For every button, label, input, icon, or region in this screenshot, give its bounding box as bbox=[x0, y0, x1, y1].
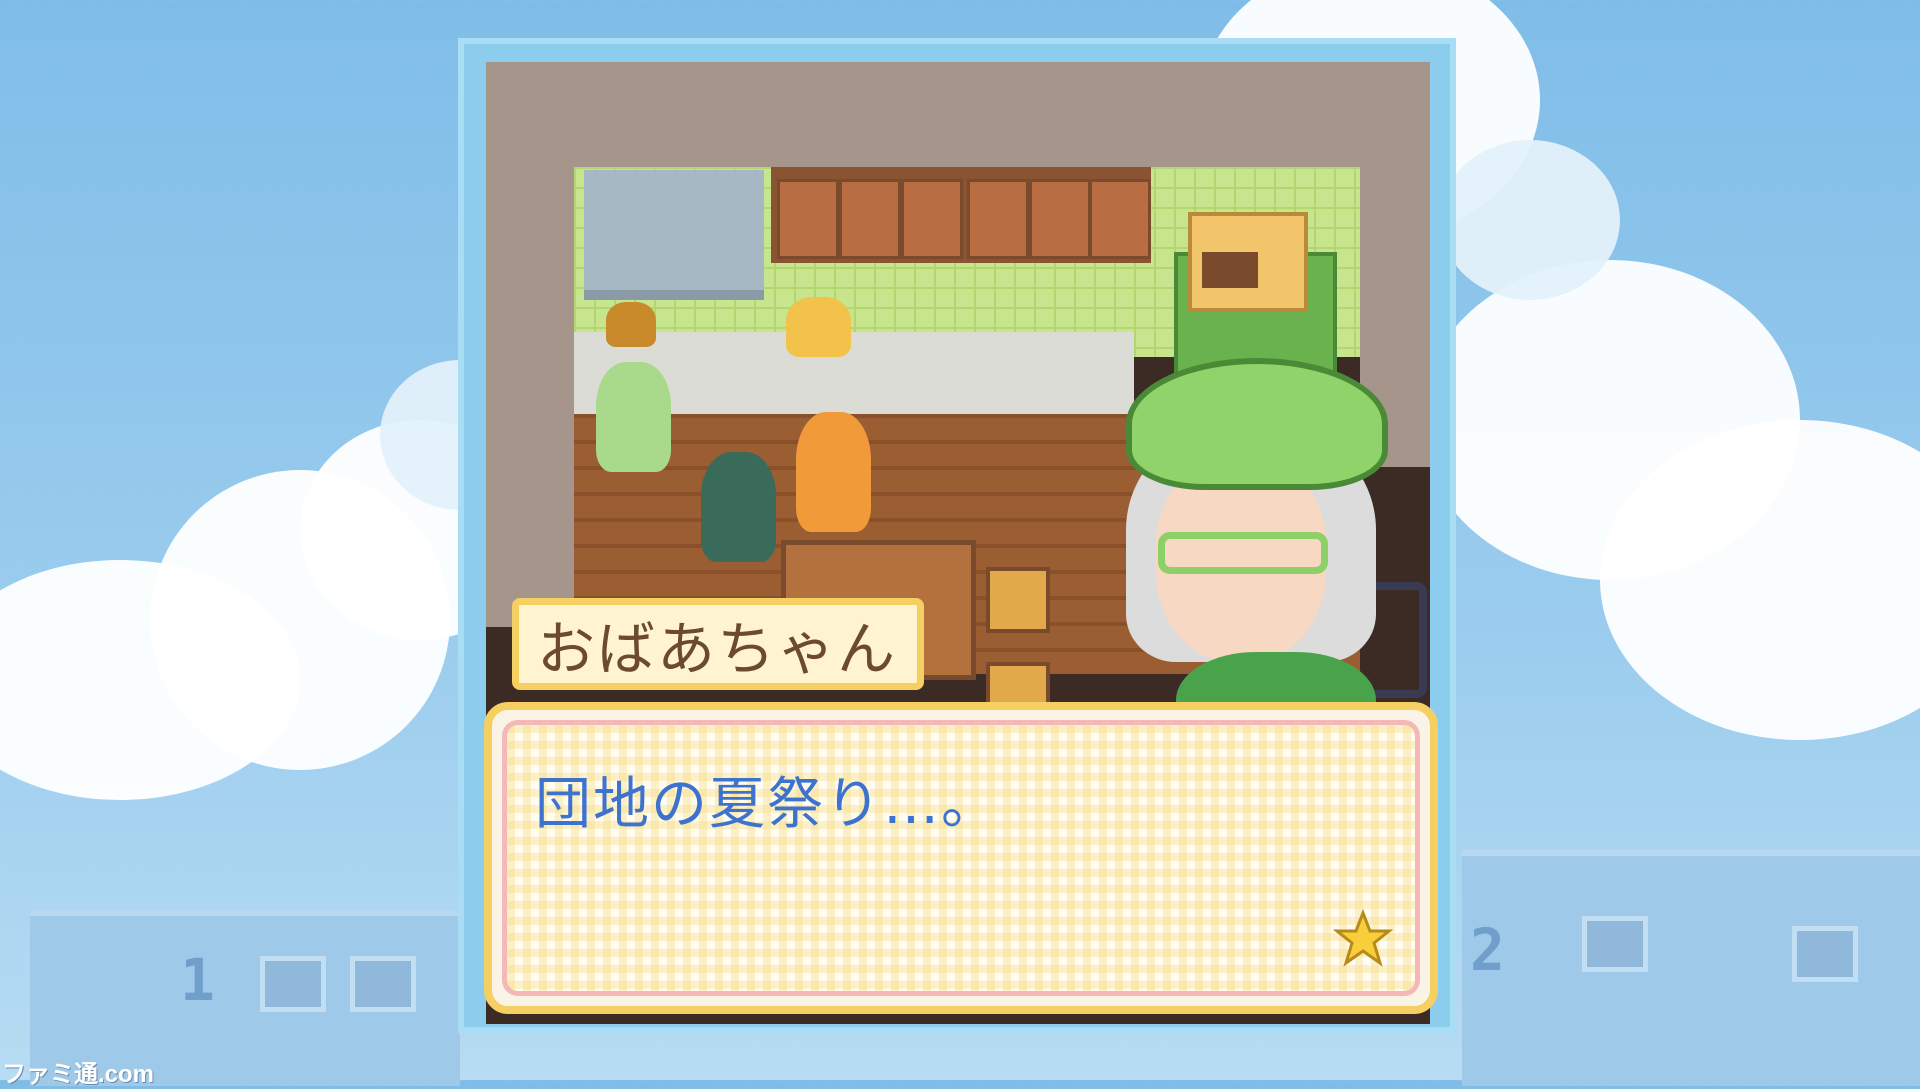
building-window bbox=[350, 956, 416, 1012]
cloud bbox=[1440, 140, 1620, 300]
site-watermark: ファミ通.com bbox=[2, 1061, 155, 1088]
grandma-small-sprite bbox=[596, 362, 671, 472]
girl-sprite bbox=[796, 412, 871, 532]
range-hood bbox=[584, 170, 764, 300]
cabinet-door bbox=[839, 179, 901, 259]
wall-cabinets bbox=[771, 167, 1151, 263]
cabinet-door bbox=[1089, 179, 1151, 259]
cabinet-door bbox=[1029, 179, 1091, 259]
building-number: 1 bbox=[180, 946, 215, 1014]
building-window bbox=[260, 956, 326, 1012]
game-screen: { "speaker": { "name": "おばあちゃん" }, "dial… bbox=[0, 0, 1920, 1088]
kettle-sprite bbox=[606, 302, 656, 347]
bread-sprite bbox=[786, 297, 851, 357]
chair bbox=[986, 567, 1050, 633]
cabinet-door bbox=[967, 179, 1029, 259]
wall-left bbox=[486, 167, 574, 627]
wall-top bbox=[486, 62, 1430, 167]
boy-sprite bbox=[701, 452, 776, 562]
apartment-building-right: 2 bbox=[1462, 850, 1920, 1086]
cabinet-door bbox=[901, 179, 963, 259]
dialog-box[interactable]: 団地の夏祭り…。 bbox=[484, 702, 1438, 1014]
speaker-name: おばあちゃん bbox=[537, 615, 898, 683]
building-window bbox=[1582, 916, 1648, 972]
building-window bbox=[1792, 926, 1858, 982]
cabinet-door bbox=[777, 179, 839, 259]
dialog-inner: 団地の夏祭り…。 bbox=[502, 720, 1420, 996]
building-number: 2 bbox=[1470, 916, 1505, 984]
star-icon[interactable] bbox=[1333, 909, 1393, 969]
microwave bbox=[1188, 212, 1308, 312]
grandma-portrait-hat bbox=[1126, 358, 1388, 490]
dialog-text: 団地の夏祭り…。 bbox=[535, 772, 999, 837]
speaker-name-tag: おばあちゃん bbox=[512, 598, 924, 690]
grandma-portrait-glasses bbox=[1158, 532, 1328, 574]
